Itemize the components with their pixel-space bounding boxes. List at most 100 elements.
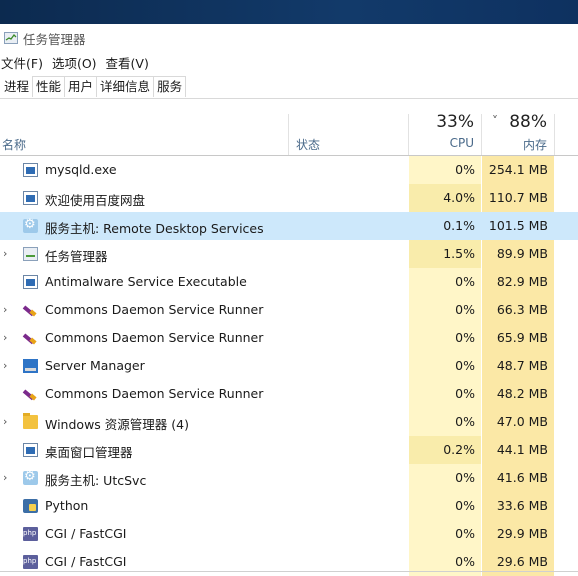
table-row[interactable]: 服务主机: Remote Desktop Services 0.1%101.5 M…	[0, 212, 578, 240]
process-name: 欢迎使用百度网盘	[45, 193, 146, 208]
process-name: Commons Daemon Service Runner	[45, 330, 264, 345]
table-row[interactable]: › Server Manager 0% 48.7 MB	[0, 352, 578, 380]
process-memory: 29.9 MB	[482, 520, 554, 548]
process-cpu: 0.1%	[409, 212, 481, 240]
window-icon	[23, 163, 38, 177]
menu-file[interactable]: 文件(F)	[0, 53, 51, 72]
expand-chevron-icon[interactable]: ›	[3, 304, 13, 316]
process-memory: 66.3 MB	[482, 296, 554, 324]
table-row[interactable]: 欢迎使用百度网盘 4.0% 110.7 MB	[0, 184, 578, 212]
folder-icon	[23, 413, 38, 429]
table-row[interactable]: › 任务管理器 1.5% 89.9 MB	[0, 240, 578, 268]
process-name: Server Manager	[45, 358, 145, 373]
column-header: 名称 状态 33% CPU ˅ 88% 内存	[0, 108, 578, 156]
table-row[interactable]: Python 0% 33.6 MB	[0, 492, 578, 520]
tab-users[interactable]: 用户	[64, 76, 98, 97]
task-manager-app-icon	[4, 32, 18, 44]
menu-view[interactable]: 查看(V)	[105, 53, 157, 72]
process-cpu: 0%	[409, 352, 481, 380]
process-name: Python	[45, 498, 89, 513]
table-row[interactable]: › Commons Daemon Service Runner 0% 65.9 MB	[0, 324, 578, 352]
process-cpu: 0.2%	[409, 436, 481, 464]
process-name: CGI / FastCGI	[45, 526, 127, 541]
process-memory: 82.9 MB	[482, 268, 554, 296]
php-icon	[23, 555, 38, 569]
process-cpu: 0%	[409, 156, 481, 184]
window-icon	[23, 191, 38, 205]
process-memory: 44.1 MB	[482, 436, 554, 464]
menu-options[interactable]: 选项(O)	[51, 53, 105, 72]
table-row[interactable]: › Commons Daemon Service Runner 0% 66.3 MB	[0, 296, 578, 324]
table-row[interactable]: Commons Daemon Service Runner 0% 48.2 MB	[0, 380, 578, 408]
expand-chevron-icon[interactable]: ›	[3, 360, 13, 372]
table-row[interactable]: › Windows 资源管理器 (4) 0% 47.0 MB	[0, 408, 578, 436]
window-icon	[23, 275, 38, 289]
process-name: CGI / FastCGI	[45, 554, 127, 569]
task-manager-icon	[23, 247, 38, 261]
tab-processes[interactable]: 进程	[0, 76, 34, 97]
process-memory: 33.6 MB	[482, 492, 554, 520]
expand-chevron-icon[interactable]: ›	[3, 416, 13, 428]
process-cpu: 0%	[409, 464, 481, 492]
list-bottom-border	[0, 571, 578, 572]
process-memory: 48.7 MB	[482, 352, 554, 380]
feather-icon	[23, 303, 38, 317]
column-memory-label: 内存	[522, 138, 547, 152]
memory-total-percent: 88%	[509, 112, 547, 132]
tab-strip: 进程 性能 用户 详细信息 服务	[0, 76, 187, 98]
process-memory: 89.9 MB	[482, 240, 554, 268]
process-memory: 65.9 MB	[482, 324, 554, 352]
process-memory: 41.6 MB	[482, 464, 554, 492]
process-memory: 110.7 MB	[482, 184, 554, 212]
table-row[interactable]: Antimalware Service Executable 0% 82.9 MB	[0, 268, 578, 296]
process-cpu: 0%	[409, 408, 481, 436]
gear-icon	[23, 217, 38, 233]
process-memory: 47.0 MB	[482, 408, 554, 436]
table-row[interactable]: mysqld.exe 0% 254.1 MB	[0, 156, 578, 184]
table-row[interactable]: 桌面窗口管理器 0.2% 44.1 MB	[0, 436, 578, 464]
expand-chevron-icon[interactable]: ›	[3, 248, 13, 260]
column-status[interactable]: 状态	[289, 108, 408, 156]
cpu-total-percent: 33%	[436, 112, 474, 132]
sort-descending-icon: ˅	[492, 114, 498, 128]
process-cpu: 1.5%	[409, 240, 481, 268]
expand-chevron-icon[interactable]: ›	[3, 332, 13, 344]
column-status-label: 状态	[296, 138, 321, 152]
tab-divider	[0, 98, 578, 99]
process-memory: 101.5 MB	[482, 212, 554, 240]
process-cpu: 0%	[409, 380, 481, 408]
process-name: 桌面窗口管理器	[45, 445, 133, 460]
column-name[interactable]: 名称	[0, 108, 288, 156]
table-row[interactable]: CGI / FastCGI 0%29.9 MB	[0, 520, 578, 548]
process-cpu: 0%	[409, 492, 481, 520]
process-name: Commons Daemon Service Runner	[45, 386, 264, 401]
server-icon	[23, 359, 38, 373]
process-list: mysqld.exe 0% 254.1 MB 欢迎使用百度网盘 4.0% 110.7 MB…	[0, 156, 578, 576]
process-name: 任务管理器	[45, 249, 108, 264]
window-icon	[23, 443, 38, 457]
process-name: mysqld.exe	[45, 162, 117, 177]
column-memory[interactable]: ˅ 88% 内存	[482, 108, 554, 155]
process-memory: 48.2 MB	[482, 380, 554, 408]
process-cpu: 0%	[409, 296, 481, 324]
feather-icon	[23, 387, 38, 401]
menu-bar: 文件(F) 选项(O) 查看(V)	[0, 52, 578, 72]
tab-details[interactable]: 详细信息	[96, 76, 155, 97]
column-cpu[interactable]: 33% CPU	[409, 108, 481, 155]
process-name: 服务主机: UtcSvc	[45, 473, 147, 488]
process-cpu: 0%	[409, 520, 481, 548]
process-name: Windows 资源管理器 (4)	[45, 417, 189, 432]
column-name-label: 名称	[2, 138, 27, 152]
tab-services[interactable]: 服务	[153, 76, 187, 97]
column-separator[interactable]	[554, 114, 555, 156]
table-row[interactable]: › 服务主机: UtcSvc 0%41.6 MB	[0, 464, 578, 492]
python-icon	[23, 499, 38, 513]
php-icon	[23, 527, 38, 541]
expand-chevron-icon[interactable]: ›	[3, 472, 13, 484]
window-title: 任务管理器	[23, 31, 86, 47]
process-name: Antimalware Service Executable	[45, 274, 247, 289]
desktop-title-band	[0, 0, 578, 24]
process-memory: 254.1 MB	[482, 156, 554, 184]
process-cpu: 0%	[409, 268, 481, 296]
tab-performance[interactable]: 性能	[32, 76, 66, 97]
